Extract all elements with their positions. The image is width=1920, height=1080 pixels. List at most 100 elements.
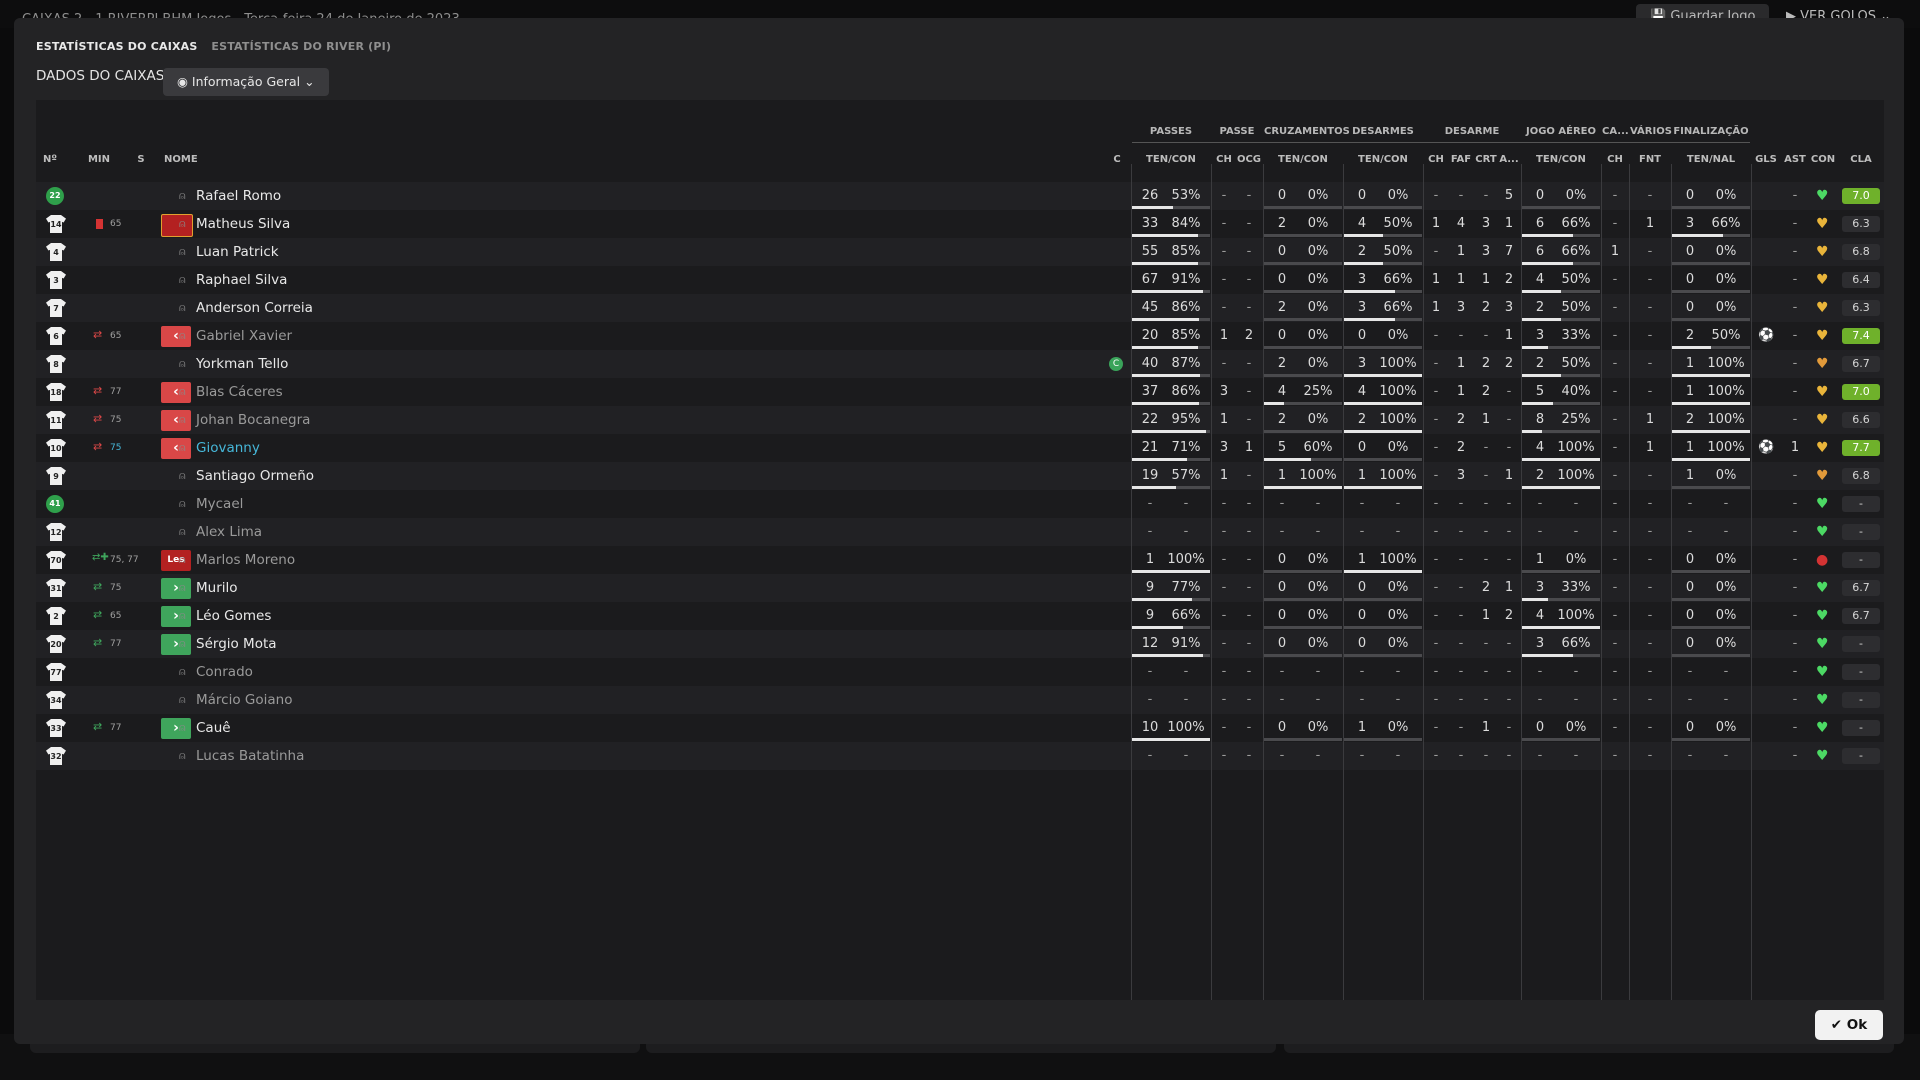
col-header-ca-ch[interactable]: CH xyxy=(1602,154,1628,165)
player-name[interactable]: Léo Gomes xyxy=(196,602,271,630)
injury-badge: Les xyxy=(161,550,191,571)
col-header-con[interactable]: CON xyxy=(1808,154,1838,165)
table-row[interactable]: 33 ⇄ 77 › ⍝ Cauê 10 100% - -0 0% 1 0% - -1-0 0% - -0 0% - ♥ - xyxy=(36,714,1884,742)
player-name[interactable]: Raphael Silva xyxy=(196,266,287,294)
player-name[interactable]: Lucas Batatinha xyxy=(196,742,304,770)
table-row[interactable]: 11 ⇄ 75 ‹ ⍝ Johan Bocanegra 22 95% 1-2 0% 2 100% -2 1… xyxy=(36,406,1884,434)
stat-cell: - xyxy=(1246,664,1252,679)
col-header-passe-ch[interactable]: CH xyxy=(1212,154,1236,165)
col-header-s[interactable]: S xyxy=(134,154,148,165)
table-row[interactable]: 3 ⍝ Raphael Silva 67 91% - -0 0% 3 66% 1 1 1 2 4 50% - -0… xyxy=(36,266,1884,294)
stat-bar-fill xyxy=(1132,738,1210,741)
stat-bar-fill xyxy=(1132,486,1176,489)
stat-cell: - xyxy=(1612,552,1618,567)
stat-cell: - xyxy=(1458,188,1464,203)
col-header-ast[interactable]: AST xyxy=(1782,154,1808,165)
player-name[interactable]: Márcio Goiano xyxy=(196,686,292,714)
column-divider xyxy=(1343,164,1344,1000)
player-name[interactable]: Gabriel Xavier xyxy=(196,322,292,350)
column-divider xyxy=(1601,164,1602,1000)
table-row[interactable]: 10 ⇄ 75 ‹ ⍝ Giovanny 21 71% 3 1 5 60% 0 0% -2- -4 100% -1… xyxy=(36,434,1884,462)
ok-button[interactable]: ✔ Ok xyxy=(1815,1010,1883,1040)
stat-cell: - xyxy=(1612,720,1618,735)
player-name[interactable]: Mycael xyxy=(196,490,243,518)
table-row[interactable]: 6 ⇄ 65 ‹ ⍝ Gabriel Xavier 20 85% 1 2 0 0% 0 0% - - -1 3 33… xyxy=(36,322,1884,350)
table-row[interactable]: 41 ⍝ Mycael - - - - - - - - - - - - - - - - - - - ♥ - xyxy=(36,490,1884,518)
col-header-c[interactable]: C xyxy=(1110,154,1124,165)
player-name[interactable]: Johan Bocanegra xyxy=(196,406,310,434)
col-header-fnt[interactable]: FNT xyxy=(1630,154,1670,165)
player-name[interactable]: Murilo xyxy=(196,574,238,602)
minute-label: 75 xyxy=(110,583,122,593)
tab-river-stats[interactable]: ESTATÍSTICAS DO RIVER (PI) xyxy=(211,40,391,53)
stat-cell: - xyxy=(1246,300,1252,315)
col-header-des-tencon[interactable]: TEN/CON xyxy=(1344,154,1422,165)
col-header-passe-ocg[interactable]: OCG xyxy=(1236,154,1262,165)
stat-cell: - xyxy=(1506,552,1512,567)
stat-bar-fill xyxy=(1522,234,1573,237)
stat-cell: - xyxy=(1537,524,1543,539)
col-header-cla[interactable]: CLA xyxy=(1842,154,1880,165)
col-header-no[interactable]: Nº xyxy=(40,154,60,165)
table-row[interactable]: 18 ⇄ 77 ‹ ⍝ Blas Cáceres 37 86% 3-4 25% 4 100% -1 2-5… xyxy=(36,378,1884,406)
person-icon: ⍝ xyxy=(179,721,186,734)
stat-cell: - xyxy=(1612,216,1618,231)
rating-badge: 7.7 xyxy=(1842,440,1880,456)
col-header-aereo-tencon[interactable]: TEN/CON xyxy=(1522,154,1600,165)
stat-cell: - xyxy=(1612,300,1618,315)
player-name[interactable]: Anderson Correia xyxy=(196,294,313,322)
col-header-cruz-tencon[interactable]: TEN/CON xyxy=(1264,154,1342,165)
col-header-gls[interactable]: GLS xyxy=(1752,154,1780,165)
stat-cell: - xyxy=(1792,552,1798,567)
table-row[interactable]: 34 ⍝ Márcio Goiano - - - - - - - - - - - - - - - - - - - ♥ - xyxy=(36,686,1884,714)
table-row[interactable]: 2 ⇄ 65 › ⍝ Léo Gomes 9 66% - -0 0% 0 0% - -1 2 4 100% - -0 0… xyxy=(36,602,1884,630)
col-header-fin-tennal[interactable]: TEN/NAL xyxy=(1672,154,1750,165)
condition-heart-icon: ♥ xyxy=(1816,496,1829,512)
col-header-desm-crt[interactable]: CRT xyxy=(1474,154,1498,165)
table-row[interactable]: 12 ⍝ Alex Lima - - - - - - - - - - - - - - - - - - - ♥ - xyxy=(36,518,1884,546)
player-name[interactable]: Cauê xyxy=(196,714,231,742)
stat-bar-fill xyxy=(1132,570,1210,573)
col-header-passes-tencon[interactable]: TEN/CON xyxy=(1132,154,1210,165)
stat-bar-fill xyxy=(1132,262,1198,265)
stat-cell: - xyxy=(1792,244,1798,259)
table-row[interactable]: 4 ⍝ Luan Patrick 55 85% - -0 0% 2 50% -1 3 7 6 66% 1-0 0… xyxy=(36,238,1884,266)
stat-cell: 1 xyxy=(1481,720,1491,735)
player-name[interactable]: Santiago Ormeño xyxy=(196,462,314,490)
table-row[interactable]: 70 ⇄✚ 75, 77 Les ⍝ Marlos Moreno 1 100% - -0 0% 1 10… xyxy=(36,546,1884,574)
table-row[interactable]: 77 ⍝ Conrado - - - - - - - - - - - - - - - - - - - ♥ - xyxy=(36,658,1884,686)
stat-cell: - xyxy=(1395,524,1401,539)
stat-cell: - xyxy=(1647,748,1653,763)
table-row[interactable]: 22 ⍝ Rafael Romo 26 53% - -0 0% 0 0% - - -5 0 0% - -0 0% -… xyxy=(36,182,1884,210)
player-name[interactable]: Marlos Moreno xyxy=(196,546,295,574)
condition-heart-icon: ♥ xyxy=(1816,384,1829,400)
jersey-icon: 32 xyxy=(46,747,66,765)
player-name[interactable]: Sérgio Mota xyxy=(196,630,277,658)
table-row[interactable]: 8 ⍝ Yorkman Tello C 40 87% - -2 0% 3 100% -1 2 2 2 50% -… xyxy=(36,350,1884,378)
col-header-min[interactable]: MIN xyxy=(84,154,114,165)
player-name[interactable]: Blas Cáceres xyxy=(196,378,283,406)
col-header-desm-a[interactable]: A... xyxy=(1498,154,1520,165)
player-name[interactable]: Matheus Silva xyxy=(196,210,290,238)
player-name[interactable]: Luan Patrick xyxy=(196,238,279,266)
person-icon: ⍝ xyxy=(179,609,186,622)
table-row[interactable]: 20 ⇄ 77 › ⍝ Sérgio Mota 12 91% - -0 0% 0 0% - - - -3 66% -… xyxy=(36,630,1884,658)
condition-heart-icon: ♥ xyxy=(1816,720,1829,736)
player-name[interactable]: Yorkman Tello xyxy=(196,350,288,378)
col-header-desm-faf[interactable]: FAF xyxy=(1448,154,1474,165)
table-row[interactable]: 14 65 ⍝ Matheus Silva 33 84% - -2 0% 4 50% 1 4 3 1 6 66%… xyxy=(36,210,1884,238)
col-header-desm-ch[interactable]: CH xyxy=(1424,154,1448,165)
player-name[interactable]: Conrado xyxy=(196,658,253,686)
substitution-icon: ⇄ xyxy=(93,720,103,733)
player-name[interactable]: Rafael Romo xyxy=(196,182,281,210)
table-row[interactable]: 9 ⍝ Santiago Ormeño 19 57% 1-1 100% 1 100% -3-1 2 1… xyxy=(36,462,1884,490)
table-row[interactable]: 31 ⇄ 75 › ⍝ Murilo 9 77% - -0 0% 0 0% - -2 1 3 33% - -0 0% - ♥… xyxy=(36,574,1884,602)
table-row[interactable]: 7 ⍝ Anderson Correia 45 86% - -2 0% 3 66% 1 3 2 3 2 50%… xyxy=(36,294,1884,322)
player-name[interactable]: Alex Lima xyxy=(196,518,262,546)
table-row[interactable]: 32 ⍝ Lucas Batatinha - - - - - - - - - - - - - - - - - - - ♥ - xyxy=(36,742,1884,770)
player-name[interactable]: Giovanny xyxy=(196,434,260,462)
tab-caixas-stats[interactable]: ESTATÍSTICAS DO CAIXAS xyxy=(36,40,198,53)
view-dropdown[interactable]: ◉ Informação Geral ⌄ xyxy=(163,68,329,96)
person-icon: ⍝ xyxy=(179,189,186,202)
col-header-nome[interactable]: NOME xyxy=(164,154,204,165)
